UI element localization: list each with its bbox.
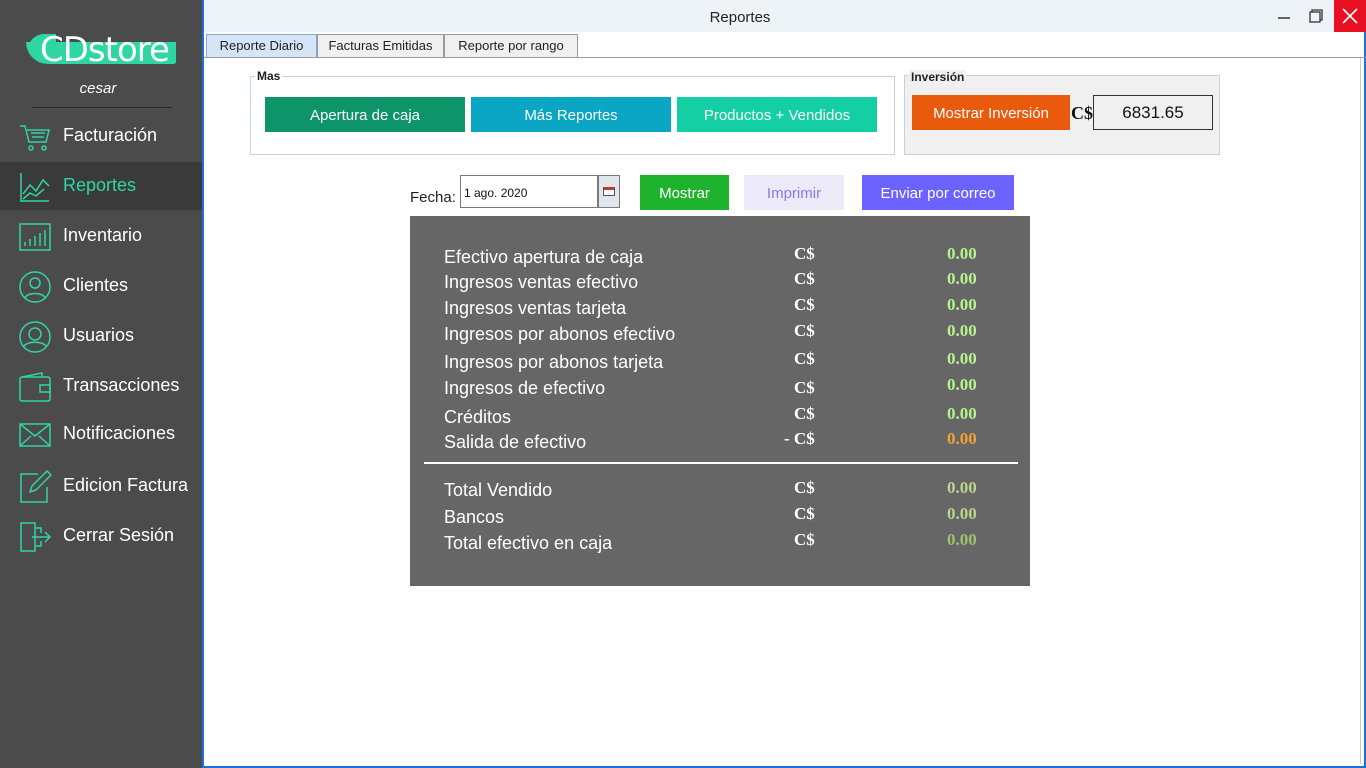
sidebar-item-clientes[interactable]: Clientes bbox=[0, 262, 202, 310]
report-row-value: 0.00 bbox=[947, 375, 977, 394]
edit-icon bbox=[20, 470, 52, 503]
report-row-currency: - C$ bbox=[784, 429, 815, 448]
users-icon bbox=[19, 321, 51, 353]
report-row-label: Ingresos de efectivo bbox=[444, 378, 606, 398]
bar-chart-icon bbox=[19, 223, 51, 251]
sidebar: CDstore cesar Facturación Reportes Inven… bbox=[0, 0, 202, 768]
sidebar-item-transacciones[interactable]: Transacciones bbox=[0, 362, 202, 410]
report-total-currency: C$ bbox=[794, 530, 815, 549]
report-total-label: Bancos bbox=[444, 507, 505, 527]
sidebar-item-facturacion[interactable]: Facturación bbox=[0, 112, 202, 160]
minimize-button[interactable] bbox=[1268, 0, 1300, 32]
report-row-label: Créditos bbox=[444, 407, 512, 427]
sidebar-item-notificaciones[interactable]: Notificaciones bbox=[0, 410, 202, 458]
maximize-button[interactable] bbox=[1300, 0, 1332, 32]
report-row-currency: C$ bbox=[794, 321, 815, 340]
productos-vendidos-button[interactable]: Productos + Vendidos bbox=[677, 97, 877, 132]
report-row-value: 0.00 bbox=[947, 404, 977, 423]
report-row-currency: C$ bbox=[794, 244, 815, 263]
cart-icon bbox=[20, 125, 50, 151]
chart-icon bbox=[20, 173, 50, 202]
report-row-label: Ingresos por abonos tarjeta bbox=[444, 352, 664, 372]
report-row-label: Ingresos ventas tarjeta bbox=[444, 298, 627, 318]
divider bbox=[32, 107, 172, 108]
inversion-value: 6831.65 bbox=[1093, 95, 1213, 130]
sidebar-item-label: Cerrar Sesión bbox=[63, 525, 175, 545]
mas-group: Mas Apertura de caja Más Reportes Produc… bbox=[250, 69, 895, 155]
tab-reporte-por-rango[interactable]: Reporte por rango bbox=[444, 34, 578, 58]
tab-facturas-emitidas[interactable]: Facturas Emitidas bbox=[317, 34, 444, 58]
title-bar: Reportes bbox=[204, 0, 1366, 32]
window-title: Reportes bbox=[709, 9, 771, 26]
apertura-caja-button[interactable]: Apertura de caja bbox=[265, 97, 465, 132]
report-row-value: 0.00 bbox=[947, 349, 977, 368]
logo: CDstore bbox=[26, 28, 178, 70]
report-row-value: 0.00 bbox=[947, 321, 977, 340]
minimize-icon bbox=[1278, 17, 1290, 19]
report-row-currency: C$ bbox=[794, 378, 815, 397]
report-row-value: 0.00 bbox=[947, 269, 977, 288]
report-row-currency: C$ bbox=[794, 404, 815, 423]
mas-reportes-button[interactable]: Más Reportes bbox=[471, 97, 671, 132]
sidebar-item-label: Clientes bbox=[63, 275, 129, 295]
imprimir-button[interactable]: Imprimir bbox=[744, 175, 844, 210]
mail-icon bbox=[19, 423, 51, 447]
report-row-label: Ingresos ventas efectivo bbox=[444, 272, 639, 292]
content-border bbox=[1360, 58, 1361, 764]
inversion-group: Inversión Mostrar Inversión C$ 6831.65 bbox=[904, 70, 1220, 155]
report-row-value: 0.00 bbox=[947, 295, 977, 314]
sidebar-item-label: Inventario bbox=[63, 225, 143, 245]
sidebar-item-label: Reportes bbox=[63, 175, 137, 195]
report-row-value: 0.00 bbox=[947, 244, 977, 263]
report-divider bbox=[424, 462, 1018, 464]
sidebar-item-label: Facturación bbox=[63, 125, 158, 145]
sidebar-item-usuarios[interactable]: Usuarios bbox=[0, 312, 202, 360]
tab-reporte-diario[interactable]: Reporte Diario bbox=[206, 34, 317, 58]
logout-icon bbox=[20, 522, 52, 552]
username: cesar bbox=[79, 80, 117, 97]
sidebar-item-edicion-factura[interactable]: Edicion Factura bbox=[0, 462, 202, 510]
sidebar-item-label: Usuarios bbox=[63, 325, 135, 345]
enviar-correo-button[interactable]: Enviar por correo bbox=[862, 175, 1014, 210]
close-button[interactable] bbox=[1334, 0, 1366, 32]
tab-divider bbox=[204, 57, 1366, 58]
user-icon bbox=[19, 271, 51, 303]
sidebar-item-label: Transacciones bbox=[63, 375, 180, 395]
report-panel: Efectivo apertura de caja C$ 0.00 Ingres… bbox=[410, 216, 1030, 586]
sidebar-item-inventario[interactable]: Inventario bbox=[0, 212, 202, 260]
mostrar-inversion-button[interactable]: Mostrar Inversión bbox=[912, 95, 1070, 130]
report-total-value: 0.00 bbox=[947, 504, 977, 523]
date-picker-button[interactable] bbox=[598, 175, 620, 208]
report-row-currency: C$ bbox=[794, 349, 815, 368]
report-row-label: Ingresos por abonos efectivo bbox=[444, 324, 676, 344]
inversion-currency: C$ bbox=[1071, 103, 1093, 123]
report-total-currency: C$ bbox=[794, 504, 815, 523]
inversion-legend: Inversión bbox=[909, 70, 967, 84]
report-row-currency: C$ bbox=[794, 269, 815, 288]
reportes-window: Reportes Reporte Diario Facturas Emitida… bbox=[202, 0, 1366, 768]
calendar-icon bbox=[603, 187, 615, 196]
close-icon bbox=[1342, 8, 1358, 24]
report-total-currency: C$ bbox=[794, 478, 815, 497]
date-field[interactable]: 1 ago. 2020 bbox=[460, 175, 598, 208]
report-total-value: 0.00 bbox=[947, 530, 977, 549]
sidebar-item-label: Notificaciones bbox=[63, 423, 176, 443]
report-row-label: Efectivo apertura de caja bbox=[444, 247, 644, 267]
logo-text: CDstore bbox=[40, 30, 170, 70]
sidebar-item-label: Edicion Factura bbox=[63, 475, 189, 495]
maximize-icon bbox=[1309, 9, 1323, 23]
mas-legend: Mas bbox=[255, 69, 283, 83]
report-row-label: Salida de efectivo bbox=[444, 432, 587, 452]
report-total-value: 0.00 bbox=[947, 478, 977, 497]
wallet-icon bbox=[19, 372, 51, 402]
report-row-value: 0.00 bbox=[947, 429, 977, 448]
mostrar-button[interactable]: Mostrar bbox=[640, 175, 729, 210]
sidebar-item-cerrar-sesion[interactable]: Cerrar Sesión bbox=[0, 512, 202, 560]
sidebar-item-reportes[interactable]: Reportes bbox=[0, 162, 202, 210]
report-total-label: Total Vendido bbox=[444, 480, 553, 500]
report-total-label: Total efectivo en caja bbox=[444, 533, 613, 553]
report-row-currency: C$ bbox=[794, 295, 815, 314]
fecha-label: Fecha: bbox=[410, 189, 456, 206]
